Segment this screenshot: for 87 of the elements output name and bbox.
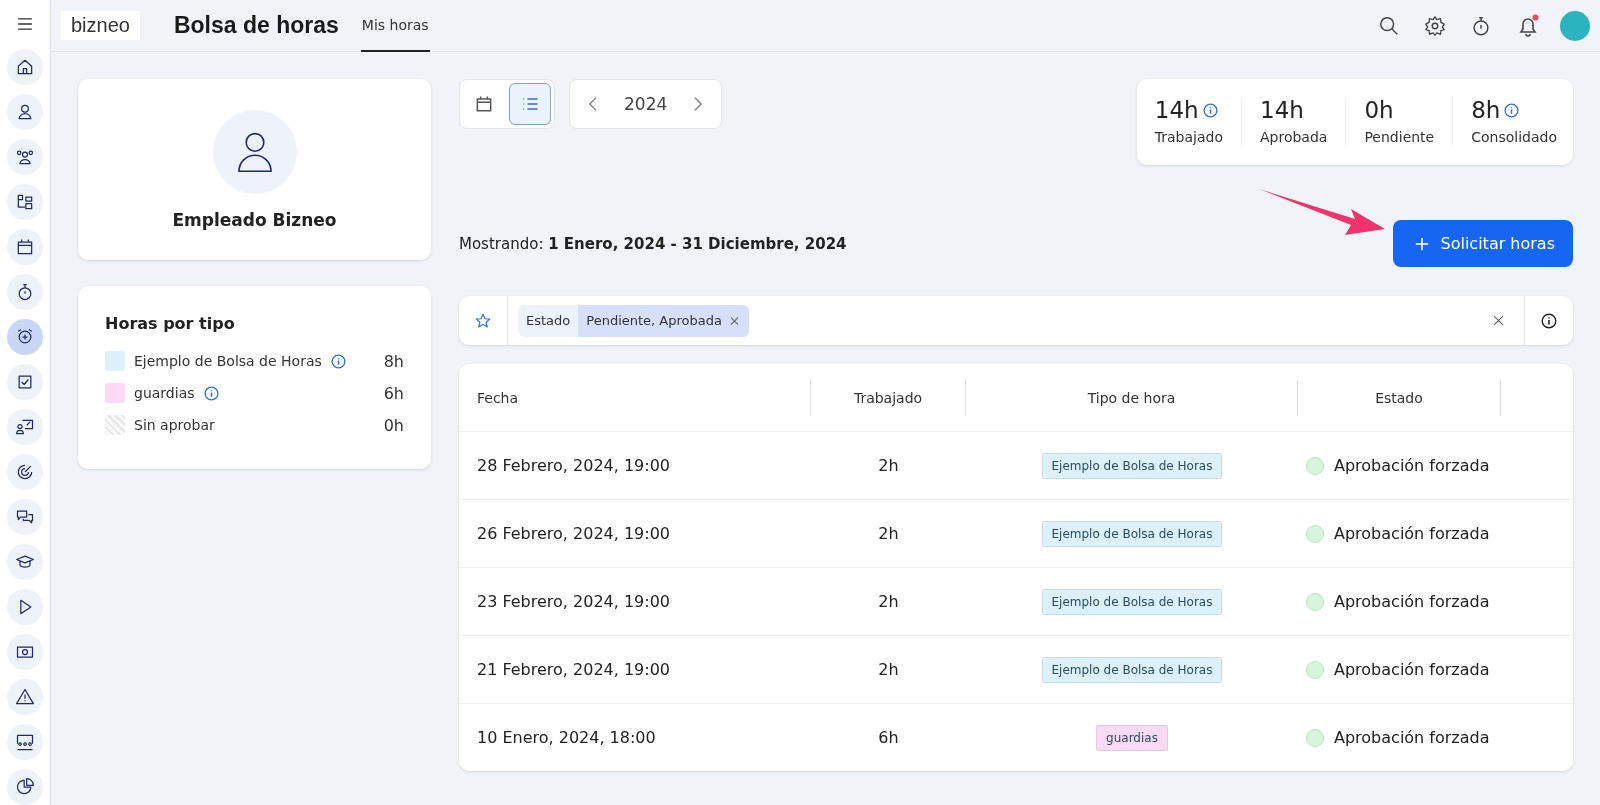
org-chart-icon — [15, 192, 35, 212]
chevron-right-icon[interactable] — [693, 96, 704, 112]
calendar-icon — [15, 237, 35, 257]
status-text: Aprobación forzada — [1334, 592, 1490, 611]
filter-chip[interactable]: Estado Pendiente, Aprobada — [518, 304, 749, 337]
request-hours-button[interactable]: Solicitar horas — [1392, 220, 1573, 267]
date-range-text: Mostrando: 1 Enero, 2024 - 31 Diciembre, 2024 — [459, 234, 847, 253]
sidebar-item[interactable] — [7, 139, 43, 175]
hour-type-tag: Ejemplo de Bolsa de Horas — [1041, 656, 1223, 683]
stat-label: Aprobada — [1260, 129, 1328, 145]
stat-label: Pendiente — [1364, 129, 1435, 145]
sidebar-item[interactable] — [7, 724, 43, 760]
employee-name: Empleado Bizneo — [172, 209, 337, 230]
info-icon[interactable] — [1541, 312, 1557, 329]
stat-value: 14h — [1154, 97, 1199, 123]
hour-type-tag: Ejemplo de Bolsa de Horas — [1041, 452, 1223, 479]
column-header: Trabajado — [811, 379, 966, 416]
tab[interactable]: Mis horas — [360, 0, 430, 52]
sidebar-item[interactable] — [7, 184, 43, 220]
status-text: Aprobación forzada — [1334, 728, 1490, 747]
table-cell-text: 21 Febrero, 2024, 19:00 — [476, 660, 672, 679]
calendar-icon — [474, 94, 494, 114]
warning-icon — [15, 687, 35, 707]
sidebar-item[interactable] — [7, 589, 43, 625]
page-title: Bolsa de horas — [173, 12, 339, 39]
column-header: Estado — [1298, 379, 1501, 416]
sidebar-item[interactable] — [7, 49, 43, 85]
stat-label: Consolidado — [1471, 129, 1557, 145]
table-cell-text: 2h — [877, 456, 900, 475]
legend-label: Sin aprobar — [134, 417, 215, 433]
legend-swatch — [105, 415, 125, 435]
sidebar-item[interactable] — [7, 274, 43, 310]
sidebar-item[interactable] — [7, 769, 43, 805]
home-icon — [15, 57, 35, 77]
meeting-icon — [15, 732, 35, 752]
sidebar-item[interactable] — [7, 319, 43, 355]
table-cell-text: 26 Febrero, 2024, 19:00 — [476, 524, 672, 543]
legend-label: Ejemplo de Bolsa de Horas — [134, 353, 322, 369]
year-label: 2024 — [624, 94, 668, 114]
stat-value: 8h — [1471, 97, 1501, 123]
sidebar-item[interactable] — [7, 679, 43, 715]
hours-value: 8h — [383, 351, 404, 371]
plus-icon — [1414, 236, 1429, 251]
presentation-icon — [15, 417, 35, 437]
menu-icon[interactable] — [17, 18, 33, 30]
stat-value: 0h — [1364, 97, 1394, 123]
table-cell-text: 10 Enero, 2024, 18:00 — [476, 728, 657, 747]
legend-label: guardias — [134, 385, 195, 401]
hour-type-tag: Ejemplo de Bolsa de Horas — [1041, 520, 1223, 547]
hours-value: 0h — [383, 415, 404, 435]
sidebar-item[interactable] — [7, 94, 43, 130]
hour-type-tag: guardias — [1096, 724, 1168, 751]
close-icon[interactable] — [729, 304, 749, 337]
column-header: Fecha — [459, 379, 811, 416]
sidebar-item[interactable] — [7, 409, 43, 445]
sidebar-item[interactable] — [7, 544, 43, 580]
pie-chart-icon — [15, 777, 35, 797]
table-cell-text: 2h — [877, 660, 900, 679]
hours-value: 6h — [383, 383, 404, 403]
sidebar-item[interactable] — [7, 454, 43, 490]
star-icon[interactable] — [474, 311, 492, 330]
sidebar-item[interactable] — [7, 229, 43, 265]
filter-field: Estado — [518, 313, 579, 328]
table-cell-text: 2h — [877, 524, 900, 543]
table-cell-text: 6h — [877, 728, 900, 747]
table-cell-text: 23 Febrero, 2024, 19:00 — [476, 592, 672, 611]
stat-value: 14h — [1260, 97, 1304, 123]
logo[interactable]: bizneo — [61, 11, 140, 40]
settings-icon[interactable] — [1424, 14, 1446, 37]
target-icon — [15, 462, 35, 482]
stat-label: Trabajado — [1154, 129, 1223, 145]
table-cell-text: 2h — [877, 592, 900, 611]
filter-value: Pendiente, Aprobada — [578, 304, 730, 337]
sidebar-item[interactable] — [7, 499, 43, 535]
search-icon[interactable] — [1378, 14, 1400, 37]
table-cell-text: 28 Febrero, 2024, 19:00 — [476, 456, 672, 475]
sidebar-item[interactable] — [7, 364, 43, 400]
column-header: Tipo de hora — [966, 379, 1298, 416]
status-text: Aprobación forzada — [1334, 524, 1490, 543]
close-icon[interactable] — [1493, 315, 1504, 326]
stopwatch-icon[interactable] — [1470, 14, 1492, 37]
section-title: Horas por tipo — [105, 314, 236, 333]
status-text: Aprobación forzada — [1334, 456, 1490, 475]
sidebar-item[interactable] — [7, 634, 43, 670]
chevron-left-icon[interactable] — [588, 96, 598, 112]
hour-type-tag: Ejemplo de Bolsa de Horas — [1041, 588, 1223, 615]
status-text: Aprobación forzada — [1334, 660, 1490, 679]
